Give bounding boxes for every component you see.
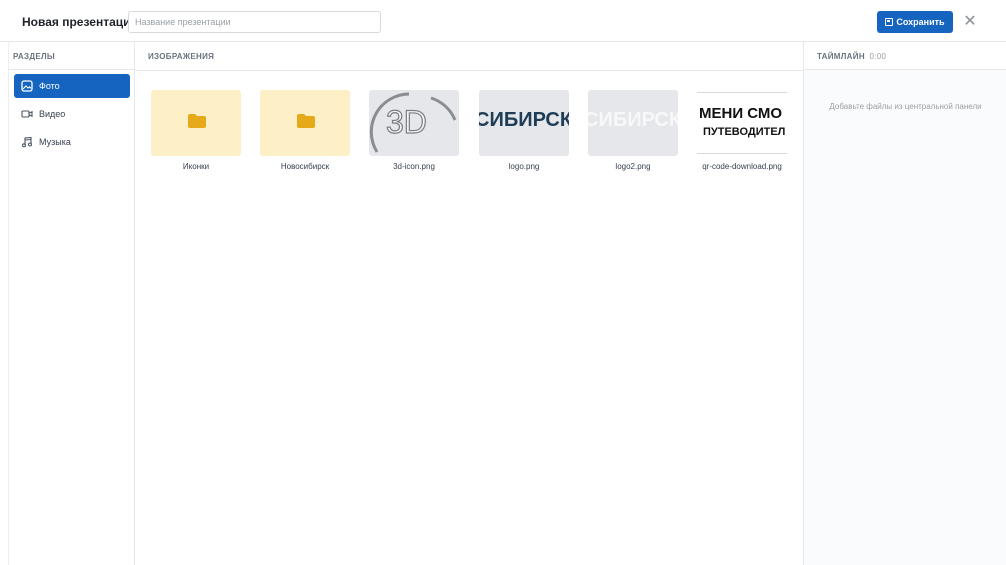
sidebar-item-music[interactable]: Музыка (14, 130, 130, 154)
folder-tile-icons[interactable]: Иконки (151, 90, 241, 171)
sections-sidebar: РАЗДЕЛЫ Фото Видео Музыка (8, 42, 135, 565)
file-name: logo.png (508, 162, 540, 171)
image-tile-logo2[interactable]: СИБИРСК logo2.png (588, 90, 678, 171)
timeline-duration: 0:00 (869, 52, 887, 61)
image-tile-3d-icon[interactable]: 3D 3d-icon.png (369, 90, 459, 171)
image-thumbnail: СИБИРСК (588, 90, 678, 156)
image-thumbnail: 3D (369, 90, 459, 156)
folder-icon (297, 114, 315, 128)
timeline-panel: ТАЙМЛАЙН 0:00 Добавьте файлы из централь… (803, 42, 1006, 565)
image-thumbnail: МЕНИ СМО ПУТЕВОДИТЕЛ (697, 90, 787, 156)
sidebar-item-photo[interactable]: Фото (14, 74, 130, 98)
presentation-title-input[interactable] (128, 11, 381, 33)
save-icon (885, 18, 894, 26)
file-name: qr-code-download.png (702, 162, 782, 171)
file-name: Новосибирск (280, 162, 330, 171)
sidebar-item-video[interactable]: Видео (14, 102, 130, 126)
folder-thumbnail (151, 90, 241, 156)
file-name: Иконки (182, 162, 210, 171)
timeline-empty-message: Добавьте файлы из центральной панели (829, 102, 982, 111)
music-icon (20, 135, 34, 149)
page-title: Новая презентация (22, 15, 138, 29)
folder-tile-novosibirsk[interactable]: Новосибирск (260, 90, 350, 171)
folder-icon (188, 114, 206, 128)
file-name: logo2.png (615, 162, 651, 171)
preview-text: МЕНИ СМО (699, 105, 783, 122)
divider (697, 92, 787, 93)
video-icon (20, 107, 34, 121)
image-icon (20, 79, 34, 93)
divider (697, 153, 787, 154)
preview-text: СИБИРСК (588, 109, 678, 131)
sidebar-item-label: Фото (39, 81, 60, 91)
preview-text: 3D (385, 103, 427, 140)
timeline-heading: ТАЙМЛАЙН 0:00 (804, 42, 1006, 70)
save-button-label: Сохранить (896, 17, 945, 27)
image-thumbnail: СИБИРСК (479, 90, 569, 156)
image-tile-logo[interactable]: СИБИРСК logo.png (479, 90, 569, 171)
images-heading: ИЗОБРАЖЕНИЯ (135, 42, 803, 71)
close-icon[interactable]: ✕ (960, 12, 980, 32)
sidebar-item-label: Видео (39, 109, 66, 119)
images-panel: ИЗОБРАЖЕНИЯ Иконки Новосибирск 3D 3d-ico… (135, 42, 803, 565)
image-tile-qr-code[interactable]: МЕНИ СМО ПУТЕВОДИТЕЛ qr-code-download.pn… (697, 90, 787, 171)
file-name: 3d-icon.png (393, 162, 435, 171)
top-bar: Новая презентация Сохранить ✕ (0, 0, 1006, 42)
presentation-editor: Новая презентация Сохранить ✕ РАЗДЕЛЫ Фо… (0, 0, 1006, 565)
preview-text-2: ПУТЕВОДИТЕЛ (703, 126, 786, 138)
timeline-title: ТАЙМЛАЙН (817, 52, 865, 61)
folder-thumbnail (260, 90, 350, 156)
save-button[interactable]: Сохранить (877, 11, 953, 33)
sidebar-item-label: Музыка (39, 137, 71, 147)
preview-text: СИБИРСК (479, 109, 569, 131)
sidebar-heading: РАЗДЕЛЫ (9, 42, 134, 70)
